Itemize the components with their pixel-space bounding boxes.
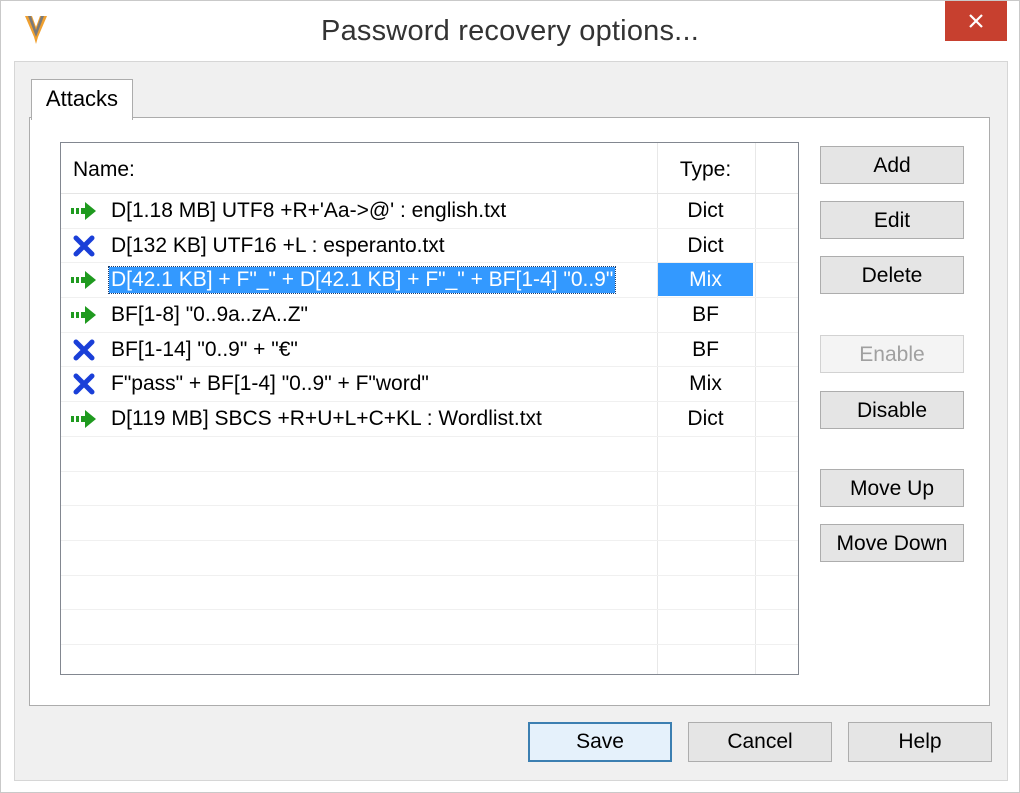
close-button[interactable] bbox=[945, 1, 1007, 41]
delete-button[interactable]: Delete bbox=[820, 256, 964, 294]
table-row[interactable]: BF[1-14] "0..9" + "€" BF bbox=[61, 333, 798, 368]
attacks-list[interactable]: Name: Type: D[1.18 MB] UTF8 +R+'Aa->@' :… bbox=[60, 142, 799, 675]
table-row[interactable]: BF[1-8] "0..9a..zA..Z" BF bbox=[61, 298, 798, 333]
empty-row bbox=[61, 437, 798, 472]
row-name: D[42.1 KB] + F"_" + D[42.1 KB] + F"_" + … bbox=[107, 266, 617, 295]
green-arrow-icon bbox=[70, 304, 98, 326]
row-name: BF[1-14] "0..9" + "€" bbox=[111, 337, 298, 361]
row-type: Dict bbox=[687, 199, 724, 222]
row-type: Dict bbox=[687, 233, 724, 257]
column-header-name[interactable]: Name: bbox=[73, 158, 135, 182]
move-down-button[interactable]: Move Down bbox=[820, 524, 964, 562]
empty-row bbox=[61, 541, 798, 576]
table-row[interactable]: D[119 MB] SBCS +R+U+L+C+KL : Wordlist.tx… bbox=[61, 402, 798, 437]
disable-button[interactable]: Disable bbox=[820, 391, 964, 429]
empty-row bbox=[61, 506, 798, 541]
row-name: BF[1-8] "0..9a..zA..Z" bbox=[111, 303, 308, 327]
help-button[interactable]: Help bbox=[848, 722, 992, 762]
dialog-window: Password recovery options... Attacks Nam… bbox=[0, 0, 1020, 793]
empty-row bbox=[61, 610, 798, 645]
row-name: F"pass" + BF[1-4] "0..9" + F"word" bbox=[111, 372, 429, 396]
move-up-button[interactable]: Move Up bbox=[820, 469, 964, 507]
enable-button[interactable]: Enable bbox=[820, 335, 964, 373]
row-name: D[1.18 MB] UTF8 +R+'Aa->@' : english.txt bbox=[111, 199, 507, 222]
row-name: D[119 MB] SBCS +R+U+L+C+KL : Wordlist.tx… bbox=[111, 407, 542, 431]
row-type: BF bbox=[692, 337, 719, 361]
attacks-panel: Name: Type: D[1.18 MB] UTF8 +R+'Aa->@' :… bbox=[29, 117, 990, 706]
empty-row bbox=[61, 645, 798, 674]
cancel-button[interactable]: Cancel bbox=[688, 722, 832, 762]
row-type: Mix bbox=[689, 372, 722, 396]
empty-row bbox=[61, 576, 798, 611]
window-title: Password recovery options... bbox=[321, 15, 699, 47]
blue-x-icon bbox=[70, 235, 98, 257]
close-icon bbox=[969, 14, 983, 28]
title-bar[interactable]: Password recovery options... bbox=[1, 1, 1019, 61]
column-header-type[interactable]: Type: bbox=[658, 158, 753, 182]
save-button[interactable]: Save bbox=[528, 722, 672, 762]
client-area: Attacks Name: Type: D[1.18 MB] UTF8 +R+'… bbox=[14, 61, 1008, 781]
table-row[interactable]: F"pass" + BF[1-4] "0..9" + F"word" Mix bbox=[61, 367, 798, 403]
edit-button[interactable]: Edit bbox=[820, 201, 964, 239]
table-row[interactable]: D[42.1 KB] + F"_" + D[42.1 KB] + F"_" + … bbox=[61, 263, 798, 299]
row-name: D[132 KB] UTF16 +L : esperanto.txt bbox=[111, 233, 445, 257]
green-arrow-icon bbox=[70, 269, 98, 291]
table-row[interactable]: D[1.18 MB] UTF8 +R+'Aa->@' : english.txt… bbox=[61, 194, 798, 229]
green-arrow-icon bbox=[70, 408, 98, 430]
row-type: BF bbox=[692, 303, 719, 327]
green-arrow-icon bbox=[70, 200, 98, 222]
blue-x-icon bbox=[70, 373, 98, 395]
blue-x-icon bbox=[70, 339, 98, 361]
row-type: Dict bbox=[687, 407, 724, 431]
row-type: Mix bbox=[658, 263, 753, 297]
list-rows: D[1.18 MB] UTF8 +R+'Aa->@' : english.txt… bbox=[61, 194, 798, 674]
add-button[interactable]: Add bbox=[820, 146, 964, 184]
tab-attacks[interactable]: Attacks bbox=[31, 79, 133, 120]
empty-row bbox=[61, 472, 798, 507]
table-row[interactable]: D[132 KB] UTF16 +L : esperanto.txt Dict bbox=[61, 229, 798, 264]
list-header: Name: Type: bbox=[61, 143, 798, 194]
